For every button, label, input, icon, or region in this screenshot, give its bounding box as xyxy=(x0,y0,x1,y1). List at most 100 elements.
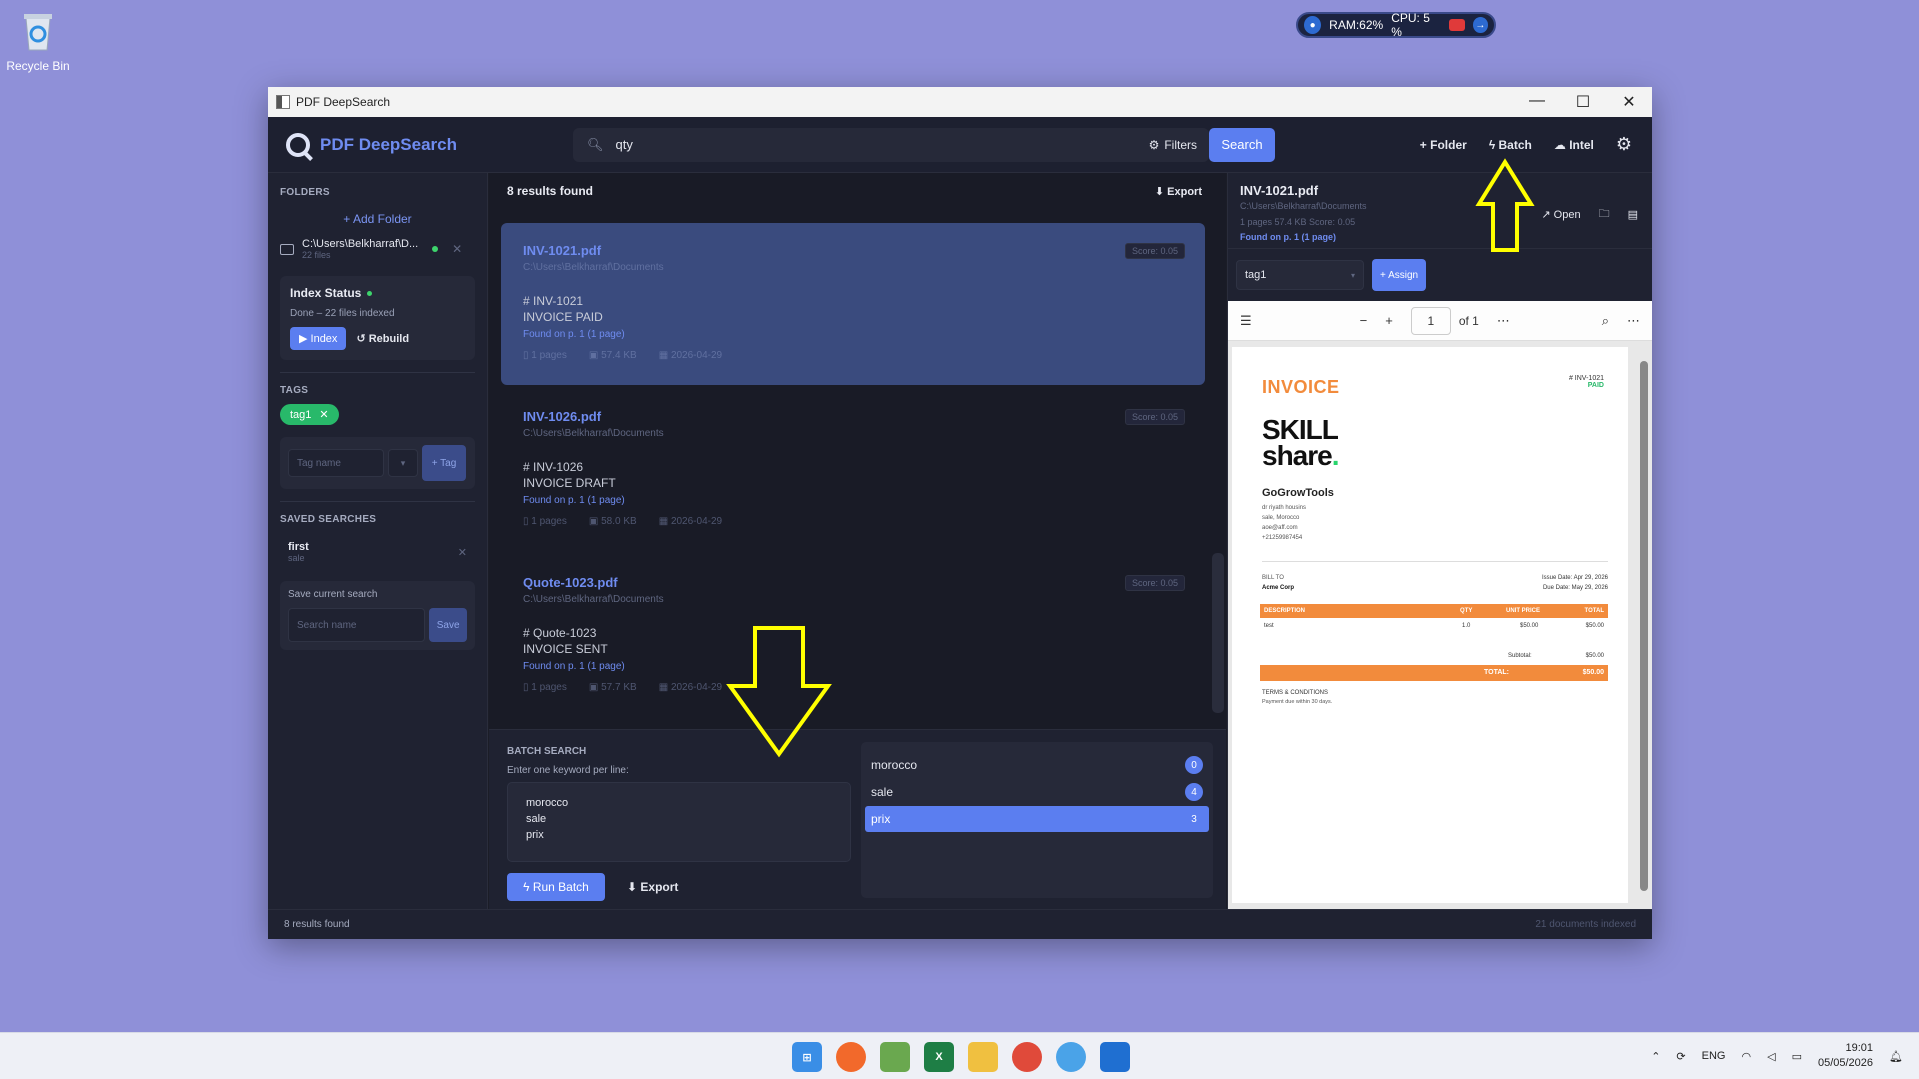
sync-icon[interactable]: ⟳ xyxy=(1676,1050,1685,1063)
chevron-up-icon[interactable]: ⌃ xyxy=(1651,1050,1660,1063)
recycle-bin[interactable]: Recycle Bin xyxy=(6,8,70,73)
page-number-input[interactable]: 1 xyxy=(1410,306,1451,335)
batch-button[interactable]: ϟ Batch xyxy=(1489,138,1532,152)
result-card[interactable]: INV-1021.pdf C:\Users\Belkharraf\Documen… xyxy=(501,223,1205,385)
more-options-icon[interactable]: ⋯ xyxy=(1627,313,1640,329)
pdf-viewer[interactable]: INVOICE # INV-1021 PAID SKILL share. GoG… xyxy=(1228,341,1652,909)
folder-item[interactable]: C:\Users\Belkharraf\D... 22 files ✕ xyxy=(280,238,475,260)
batch-results-list: morocco 0 sale 4 prix 3 xyxy=(861,742,1213,898)
system-monitor-widget[interactable]: ● RAM:62% CPU: 5 % → xyxy=(1296,11,1496,39)
cpu-readout: CPU: 5 % xyxy=(1391,11,1430,39)
chevron-down-icon: ▾ xyxy=(1350,270,1355,280)
result-title[interactable]: Quote-1023.pdf xyxy=(523,575,1183,590)
search-button[interactable]: Search xyxy=(1209,127,1275,162)
language-indicator[interactable]: ENG xyxy=(1702,1050,1726,1062)
index-status-dot xyxy=(367,290,373,296)
clipboard-icon[interactable]: ▤ xyxy=(1628,208,1638,221)
column-header: TOTAL xyxy=(1584,608,1604,614)
results-scrollbar[interactable] xyxy=(1212,553,1224,713)
rocket-icon: ● xyxy=(1304,16,1322,34)
filters-button[interactable]: ⚙ Filters xyxy=(1149,138,1197,152)
saved-search-item[interactable]: first sale ✕ xyxy=(280,535,475,569)
notification-bell-icon[interactable]: 🔔︎ xyxy=(1889,1050,1903,1063)
assign-tag-button[interactable]: + Assign xyxy=(1372,259,1427,291)
add-folder-link[interactable]: + Add Folder xyxy=(280,212,475,226)
result-title[interactable]: INV-1026.pdf xyxy=(523,409,1183,424)
result-snippet-line: # Quote-1023 xyxy=(523,626,597,640)
column-header: DESCRIPTION xyxy=(1264,608,1306,614)
remove-folder-icon[interactable]: ✕ xyxy=(452,242,462,256)
maximize-button[interactable]: ☐ xyxy=(1560,92,1606,112)
pdf-scrollbar[interactable] xyxy=(1640,347,1648,903)
search-input[interactable]: qty xyxy=(616,137,633,152)
chrome-icon[interactable] xyxy=(1012,1042,1042,1072)
batch-keywords-textarea[interactable]: morocco sale prix xyxy=(507,782,851,862)
result-found-on[interactable]: Found on p. 1 (1 page) xyxy=(523,329,1183,340)
annotation-arrow-up-icon xyxy=(1475,158,1535,252)
export-results-button[interactable]: ⬇ Export xyxy=(1155,185,1202,198)
search-bar[interactable]: 🔍︎ qty ⚙ Filters xyxy=(573,127,1209,162)
open-folder-icon[interactable]: 🗀 xyxy=(1599,205,1610,224)
results-count: 8 results found xyxy=(507,184,594,198)
delete-saved-search-icon[interactable]: ✕ xyxy=(458,546,467,559)
save-search-label: Save current search xyxy=(288,589,378,600)
tag-name-input[interactable]: Tag name xyxy=(288,449,384,477)
outline-list-icon[interactable]: ☰ xyxy=(1240,313,1252,329)
batch-result-row[interactable]: prix 3 xyxy=(865,806,1209,832)
paint-icon[interactable] xyxy=(1056,1042,1086,1072)
result-found-on[interactable]: Found on p. 1 (1 page) xyxy=(523,661,1183,672)
tag-pill[interactable]: tag1 ✕ xyxy=(280,404,339,425)
notepad-icon[interactable] xyxy=(880,1042,910,1072)
pdf-search-icon[interactable]: ⌕ xyxy=(1602,313,1609,329)
excel-icon[interactable]: X xyxy=(924,1042,954,1072)
total-value: $50.00 xyxy=(1582,669,1604,676)
cell: 1.0 xyxy=(1462,623,1471,629)
battery-icon[interactable]: ▭ xyxy=(1792,1050,1802,1063)
result-found-on[interactable]: Found on p. 1 (1 page) xyxy=(523,495,1183,506)
add-tag-button[interactable]: + Tag xyxy=(422,445,466,481)
batch-keyword: sale xyxy=(526,813,547,825)
result-card[interactable]: Quote-1023.pdf C:\Users\Belkharraf\Docum… xyxy=(501,555,1205,705)
firefox-icon[interactable] xyxy=(836,1042,866,1072)
add-folder-button[interactable]: + Folder xyxy=(1420,138,1467,152)
clock[interactable]: 19:01 05/05/2026 xyxy=(1818,1041,1873,1071)
invoice-divider xyxy=(1262,561,1608,562)
rebuild-button[interactable]: ↺ Rebuild xyxy=(356,332,409,345)
disk-icon: ▣ xyxy=(588,350,602,361)
zoom-in-icon[interactable]: + xyxy=(1385,313,1393,328)
wifi-icon[interactable]: ◠ xyxy=(1741,1050,1751,1063)
close-button[interactable]: ✕ xyxy=(1606,92,1652,112)
calendar-icon: ▦ xyxy=(658,682,671,693)
pdf-deepsearch-taskbar-icon[interactable] xyxy=(1100,1042,1130,1072)
pdf-scroll-thumb[interactable] xyxy=(1640,361,1648,891)
start-windows-icon[interactable]: ⊞ xyxy=(792,1042,822,1072)
tag-select[interactable]: tag1 ▾ xyxy=(1236,260,1364,290)
result-date: 2026-04-29 xyxy=(670,682,723,693)
company-info-line: aoe@aff.com xyxy=(1262,525,1298,531)
batch-result-row[interactable]: morocco 0 xyxy=(865,752,1209,778)
intel-button[interactable]: ☁ Intel xyxy=(1554,138,1594,152)
run-batch-button[interactable]: ϟ Run Batch xyxy=(507,873,605,901)
tag-color-select[interactable]: ▾ xyxy=(388,449,418,477)
zoom-out-icon[interactable]: − xyxy=(1360,313,1368,328)
more-horizontal-icon[interactable]: ⋯ xyxy=(1497,313,1510,329)
batch-result-row[interactable]: sale 4 xyxy=(865,779,1209,805)
result-title[interactable]: INV-1021.pdf xyxy=(523,243,1183,258)
record-icon[interactable] xyxy=(1449,19,1465,31)
result-snippet-line: INVOICE SENT xyxy=(523,642,608,656)
open-file-button[interactable]: ↗ Open xyxy=(1541,208,1580,221)
preview-found-on[interactable]: Found on p. 1 (1 page) xyxy=(1240,232,1640,242)
minimize-button[interactable]: — xyxy=(1514,92,1560,112)
result-pages: 1 pages xyxy=(531,516,567,527)
settings-gear-icon[interactable]: ⚙ xyxy=(1616,134,1632,155)
remove-tag-icon[interactable]: ✕ xyxy=(319,408,328,421)
file-explorer-icon[interactable] xyxy=(968,1042,998,1072)
arrow-right-icon[interactable]: → xyxy=(1472,17,1488,33)
volume-icon[interactable]: ◁ xyxy=(1767,1050,1775,1063)
batch-export-button[interactable]: ⬇ Export xyxy=(627,880,678,894)
search-name-input[interactable]: Search name xyxy=(288,608,426,642)
result-card[interactable]: INV-1026.pdf C:\Users\Belkharraf\Documen… xyxy=(501,389,1205,551)
folder-file-count: 22 files xyxy=(302,250,331,260)
save-search-button[interactable]: Save xyxy=(429,608,467,642)
index-button[interactable]: ▶ Index xyxy=(290,327,347,350)
